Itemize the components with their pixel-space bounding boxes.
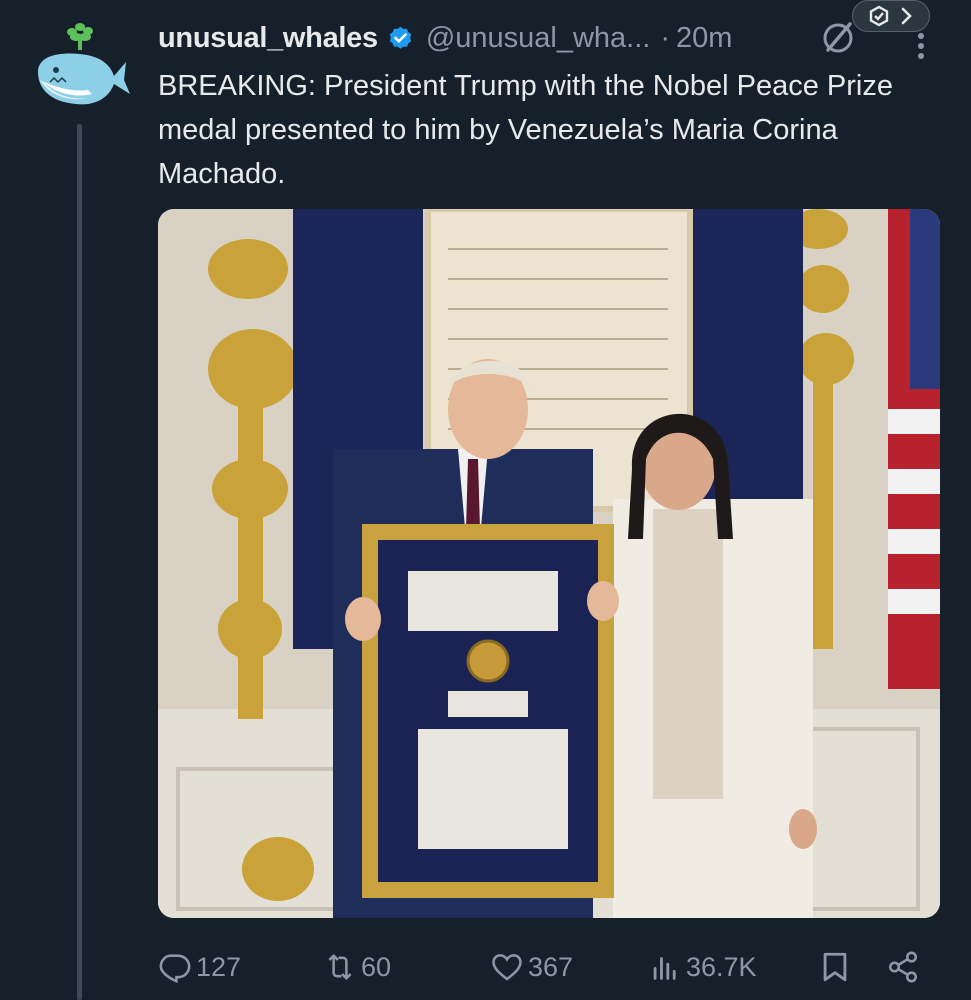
whale-avatar-icon [38, 23, 130, 105]
repost-count: 60 [361, 951, 392, 982]
share-button[interactable] [886, 945, 920, 989]
more-icon[interactable] [914, 32, 928, 60]
action-bar: 127 60 367 36.7K [158, 945, 928, 989]
bookmark-icon [823, 952, 847, 982]
repost-icon [328, 954, 352, 980]
overlay-chip[interactable] [852, 0, 930, 32]
avatar[interactable] [30, 20, 130, 115]
grok-icon[interactable] [818, 16, 858, 56]
chip-icons [869, 5, 912, 27]
verified-icon [389, 26, 412, 49]
bookmark-button[interactable] [818, 945, 852, 989]
reply-icon [159, 954, 191, 984]
views-icon [653, 957, 676, 980]
timestamp[interactable]: 20m [676, 22, 732, 55]
photo-illustration [158, 209, 940, 918]
display-name[interactable]: unusual_whales [158, 22, 378, 55]
share-icon [888, 951, 918, 983]
repost-button[interactable]: 60 [323, 945, 391, 989]
handle[interactable]: @unusual_wha... [426, 22, 651, 55]
like-icon [492, 954, 522, 981]
like-button[interactable]: 367 [490, 945, 573, 989]
tweet-photo[interactable] [158, 209, 940, 918]
views-button[interactable]: 36.7K [648, 945, 757, 989]
thread-line [77, 124, 82, 1000]
reply-button[interactable]: 127 [158, 945, 241, 989]
separator-dot: · [660, 21, 671, 54]
views-count: 36.7K [686, 951, 757, 982]
tweet-text: BREAKING: President Trump with the Nobel… [158, 70, 893, 190]
like-count: 367 [528, 951, 574, 982]
reply-count: 127 [196, 951, 242, 982]
